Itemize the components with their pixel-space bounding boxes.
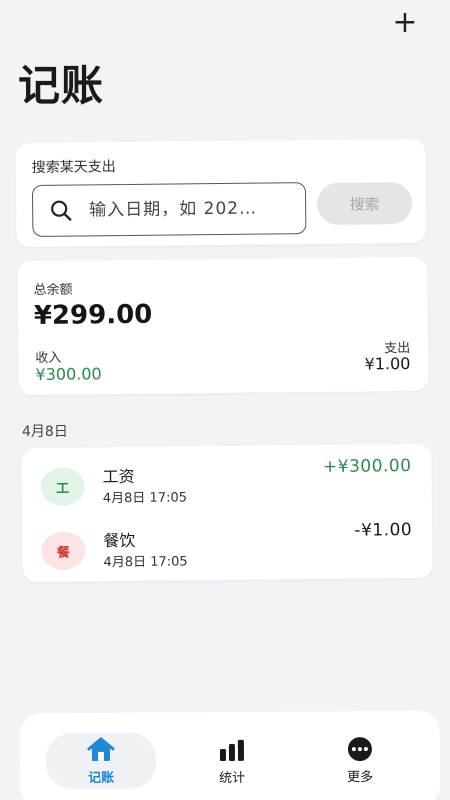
- search-card: 搜索某天支出 搜索: [15, 138, 427, 248]
- income-label: 收入: [35, 350, 62, 366]
- bottom-tab-bar: 记账 统计 更多: [19, 710, 441, 800]
- tab-label: 记账: [88, 770, 115, 786]
- bar-chart-icon: [219, 739, 244, 761]
- transaction-name: 餐饮: [103, 530, 136, 551]
- transaction-list: 工 工资 4月8日 17:05 +¥300.00 餐 餐饮 4月8日 17:05…: [21, 443, 433, 583]
- more-icon: [347, 736, 372, 761]
- date-header: 4月8日: [22, 424, 68, 440]
- transaction-amount: -¥1.00: [354, 520, 413, 541]
- page-title: 记账: [18, 61, 105, 110]
- transaction-time: 4月8日 17:05: [102, 490, 188, 507]
- transaction-item-salary[interactable]: 工 工资 4月8日 17:05 +¥300.00: [21, 452, 432, 518]
- transaction-name: 工资: [102, 466, 135, 487]
- food-category-icon: 餐: [41, 531, 86, 570]
- transaction-time: 4月8日 17:05: [103, 554, 188, 571]
- tab-label: 统计: [219, 770, 246, 786]
- salary-category-icon: 工: [40, 467, 85, 506]
- expense-value: ¥1.00: [364, 354, 411, 374]
- search-button[interactable]: 搜索: [316, 182, 413, 225]
- balance-card: 总余额 ¥299.00 收入 ¥300.00 支出 ¥1.00: [17, 256, 429, 396]
- total-balance-label: 总余额: [33, 282, 73, 298]
- transaction-amount: +¥300.00: [322, 456, 412, 477]
- search-field[interactable]: [31, 182, 307, 237]
- search-label: 搜索某天支出: [31, 159, 116, 176]
- add-icon[interactable]: +: [390, 8, 420, 38]
- tab-bookkeeping[interactable]: 记账: [45, 732, 157, 790]
- search-icon: [51, 200, 72, 221]
- search-input[interactable]: [89, 198, 280, 221]
- tab-label: 更多: [347, 769, 374, 785]
- home-icon: [87, 736, 115, 761]
- tab-statistics[interactable]: 统计: [177, 734, 287, 789]
- tab-more[interactable]: 更多: [305, 733, 415, 788]
- total-balance-amount: ¥299.00: [33, 299, 153, 331]
- transaction-item-food[interactable]: 餐 餐饮 4月8日 17:05 -¥1.00: [22, 516, 433, 582]
- income-value: ¥300.00: [35, 364, 102, 384]
